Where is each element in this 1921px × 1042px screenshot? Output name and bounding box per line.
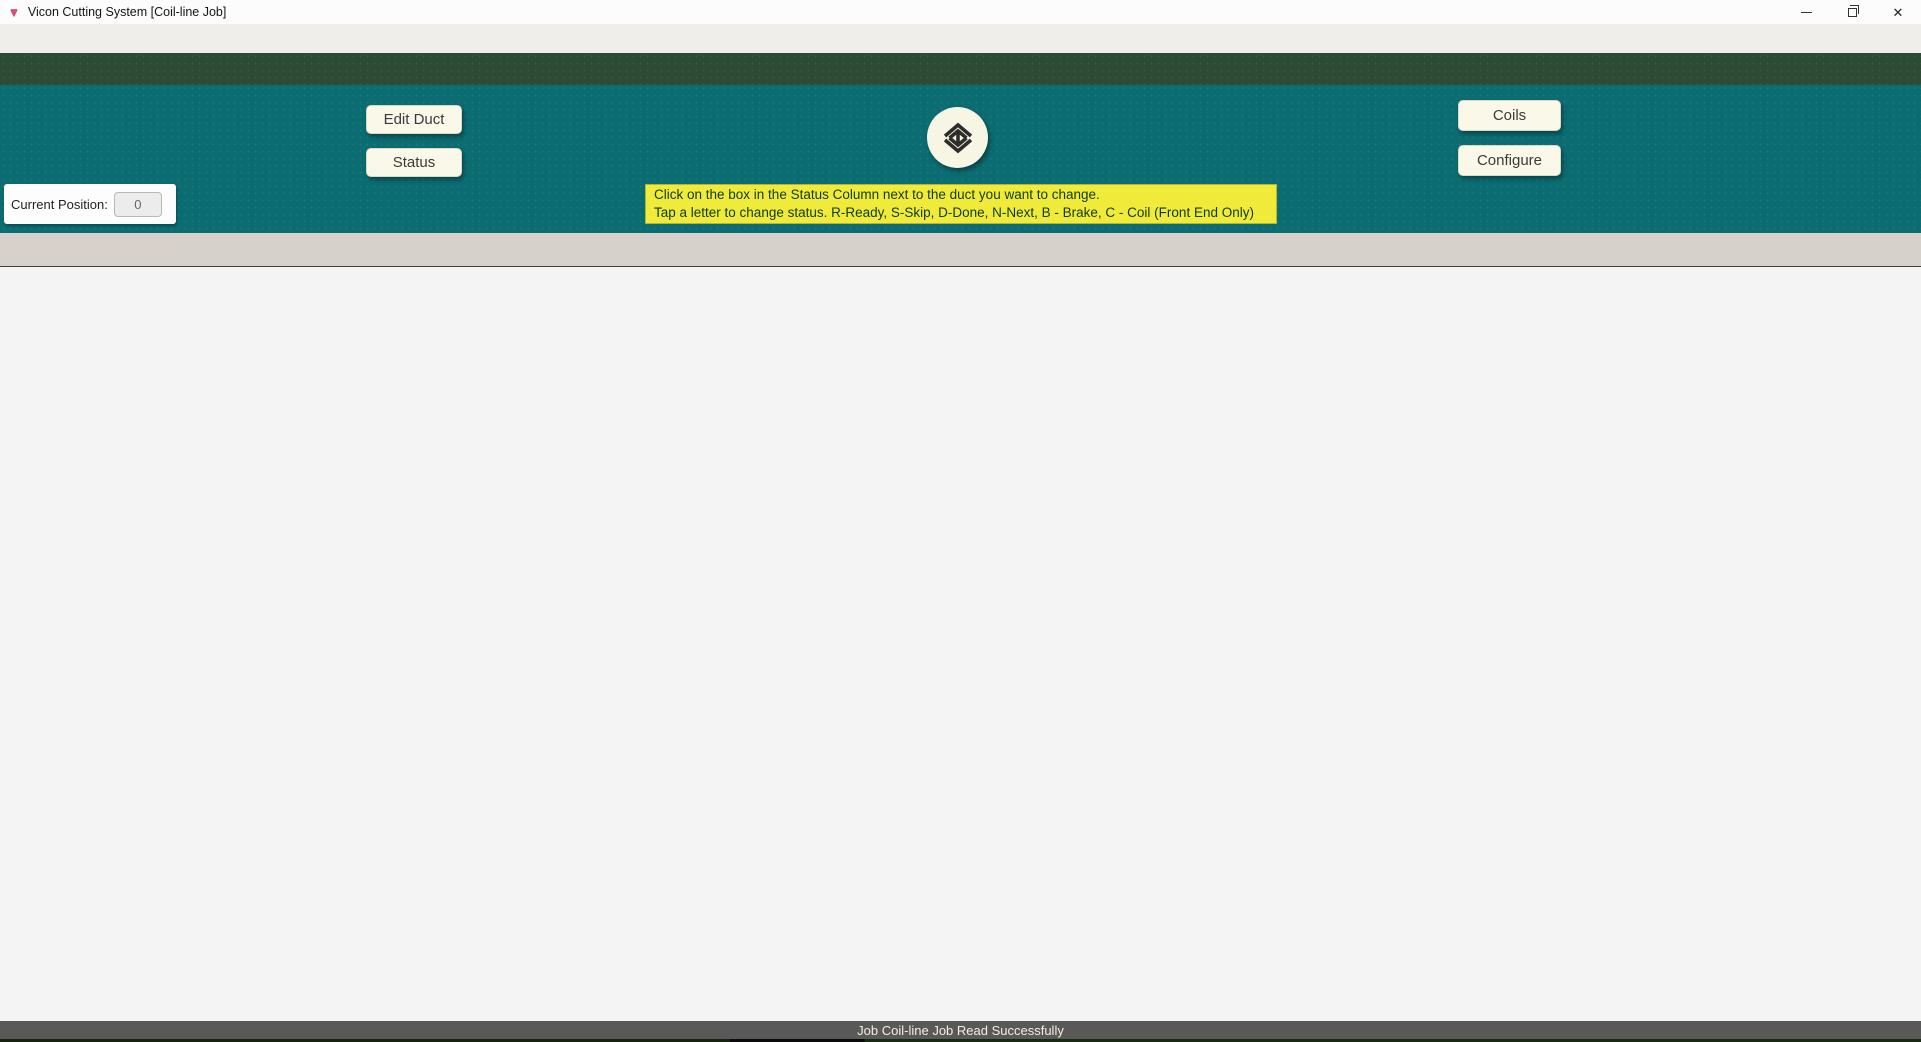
vertical-arrows-button[interactable]	[927, 107, 988, 168]
status-button[interactable]: Status	[366, 148, 462, 177]
restore-button[interactable]	[1829, 0, 1875, 24]
banner-line-1: Click on the box in the Status Column ne…	[654, 186, 1268, 204]
minimize-button[interactable]	[1783, 0, 1829, 24]
current-position-label: Current Position:	[11, 197, 108, 212]
toolbar: Edit Duct Status Coils Configure Current…	[0, 85, 1921, 233]
app-logo-icon: ▼	[8, 6, 20, 18]
restore-icon	[1848, 8, 1857, 17]
window-controls: ✕	[1783, 0, 1921, 24]
left-button-stack: Edit Duct Status	[366, 105, 462, 177]
minimize-icon	[1801, 12, 1812, 13]
menu-bar	[0, 24, 1921, 53]
right-button-stack: Coils Configure	[1458, 100, 1561, 176]
banner-line-2: Tap a letter to change status. R-Ready, …	[654, 204, 1268, 222]
instruction-banner: Click on the box in the Status Column ne…	[645, 184, 1277, 224]
table-header-row	[0, 233, 1921, 267]
status-message: Job Coil-line Job Read Successfully	[857, 1023, 1064, 1038]
tab-bar	[0, 53, 1921, 85]
configure-button[interactable]: Configure	[1458, 145, 1561, 176]
current-position-panel: Current Position: 0	[4, 184, 176, 224]
current-position-field[interactable]: 0	[114, 192, 162, 217]
duct-table	[0, 233, 1921, 267]
close-button[interactable]: ✕	[1875, 0, 1921, 24]
edit-duct-button[interactable]: Edit Duct	[366, 105, 462, 134]
vertical-arrows-icon	[938, 118, 978, 158]
title-bar: ▼ Vicon Cutting System [Coil-line Job] ✕	[0, 0, 1921, 24]
status-bar: Job Coil-line Job Read Successfully	[0, 1021, 1921, 1039]
close-icon: ✕	[1893, 6, 1904, 19]
empty-table-area	[0, 435, 1921, 1021]
window-title: Vicon Cutting System [Coil-line Job]	[28, 5, 226, 19]
coils-button[interactable]: Coils	[1458, 100, 1561, 131]
